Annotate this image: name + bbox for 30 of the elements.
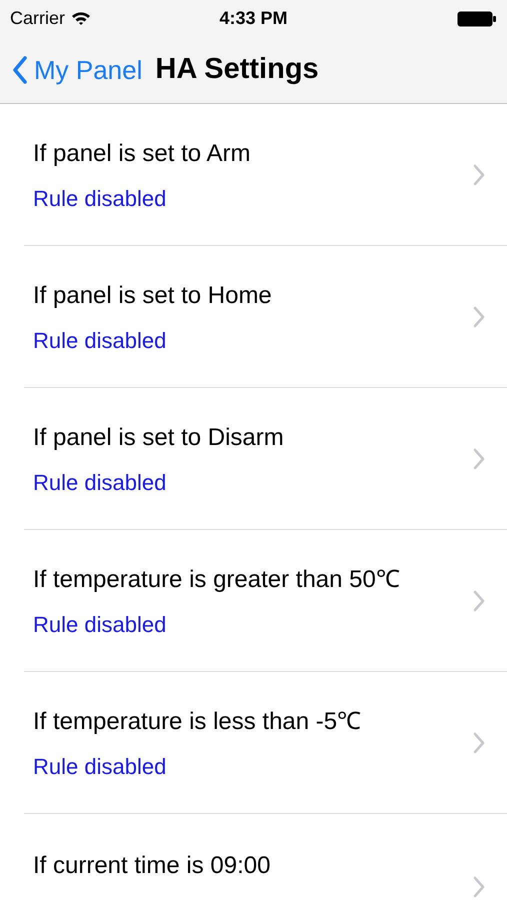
chevron-right-icon [473, 448, 485, 470]
chevron-right-icon [473, 306, 485, 328]
chevron-right-icon [473, 876, 485, 898]
carrier-label: Carrier [10, 7, 66, 30]
rule-row[interactable]: If temperature is greater than 50℃ Rule disabled [24, 530, 507, 672]
chevron-right-icon [473, 590, 485, 612]
rule-title: If panel is set to Home [33, 280, 273, 310]
rule-row[interactable]: If current time is 09:00 [24, 814, 507, 900]
rule-status: Rule disabled [33, 468, 168, 496]
chevron-right-icon [473, 164, 485, 186]
rule-title: If panel is set to Arm [33, 138, 252, 168]
chevron-left-icon [12, 56, 28, 84]
rule-status: Rule disabled [33, 610, 168, 638]
rule-status: Rule disabled [33, 184, 168, 212]
rule-title: If temperature is less than -5℃ [33, 706, 362, 736]
rule-status: Rule disabled [33, 326, 168, 354]
wifi-icon [71, 11, 92, 26]
screen-title: HA Settings [155, 52, 319, 88]
rule-title: If panel is set to Disarm [33, 422, 285, 452]
rule-title: If current time is 09:00 [33, 851, 272, 881]
chevron-right-icon [473, 732, 485, 754]
back-button[interactable]: My Panel [12, 50, 142, 90]
rule-row[interactable]: If temperature is less than -5℃ Rule disabled [24, 672, 507, 814]
rule-row[interactable]: If panel is set to Home Rule disabled [24, 246, 507, 388]
status-time: 4:33 PM [219, 7, 288, 30]
rule-title: If temperature is greater than 50℃ [33, 564, 401, 594]
rule-row[interactable]: If panel is set to Disarm Rule disabled [24, 388, 507, 530]
rule-row[interactable]: If panel is set to Arm Rule disabled [24, 104, 507, 246]
battery-icon [457, 10, 497, 26]
rule-status: Rule disabled [33, 752, 168, 780]
